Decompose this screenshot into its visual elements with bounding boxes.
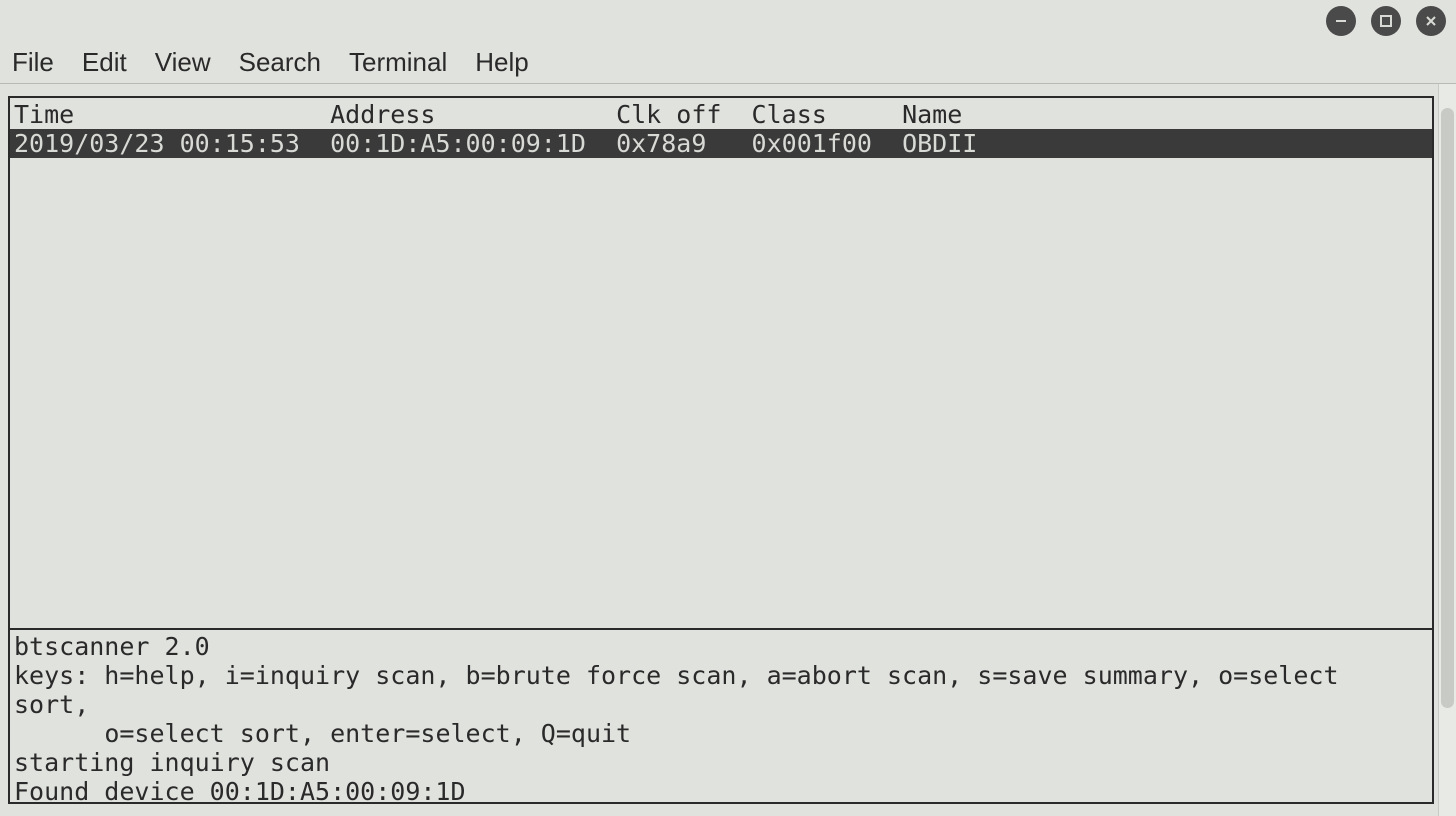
status-line-version: btscanner 2.0 <box>14 632 1428 661</box>
menu-view[interactable]: View <box>155 47 211 78</box>
status-line-scan: starting inquiry scan <box>14 748 1428 777</box>
cell-time: 2019/03/23 00:15:53 <box>14 129 300 158</box>
scrollbar-thumb[interactable] <box>1441 108 1454 708</box>
menu-edit[interactable]: Edit <box>82 47 127 78</box>
status-pane: btscanner 2.0keys: h=help, i=inquiry sca… <box>8 630 1434 804</box>
maximize-button[interactable] <box>1371 6 1401 36</box>
status-line-found: Found device 00:1D:A5:00:09:1D <box>14 777 1428 806</box>
close-button[interactable] <box>1416 6 1446 36</box>
menu-terminal[interactable]: Terminal <box>349 47 447 78</box>
table-header-row: Time Address Clk off Class Name <box>10 98 1432 129</box>
cell-address: 00:1D:A5:00:09:1D <box>330 129 586 158</box>
menu-help[interactable]: Help <box>475 47 528 78</box>
minimize-button[interactable] <box>1326 6 1356 36</box>
vertical-scrollbar[interactable] <box>1438 84 1456 816</box>
device-list-pane: Time Address Clk off Class Name 2019/03/… <box>8 96 1434 630</box>
maximize-icon <box>1378 13 1394 29</box>
cell-clkoff: 0x78a9 <box>616 129 706 158</box>
cell-name: OBDII <box>902 129 977 158</box>
menubar: File Edit View Search Terminal Help <box>0 42 1456 84</box>
header-name: Name <box>902 100 962 129</box>
minimize-icon <box>1333 13 1349 29</box>
menu-file[interactable]: File <box>12 47 54 78</box>
header-class: Class <box>752 100 827 129</box>
status-line-keys1: keys: h=help, i=inquiry scan, b=brute fo… <box>14 661 1428 719</box>
menu-search[interactable]: Search <box>239 47 321 78</box>
header-time: Time <box>14 100 74 129</box>
cell-class: 0x001f00 <box>752 129 872 158</box>
window-titlebar <box>0 0 1456 42</box>
table-row[interactable]: 2019/03/23 00:15:53 00:1D:A5:00:09:1D 0x… <box>10 129 1432 158</box>
status-line-keys2: o=select sort, enter=select, Q=quit <box>14 719 1428 748</box>
close-icon <box>1423 13 1439 29</box>
header-address: Address <box>330 100 435 129</box>
terminal-content[interactable]: Time Address Clk off Class Name 2019/03/… <box>8 96 1434 804</box>
header-clkoff: Clk off <box>616 100 721 129</box>
